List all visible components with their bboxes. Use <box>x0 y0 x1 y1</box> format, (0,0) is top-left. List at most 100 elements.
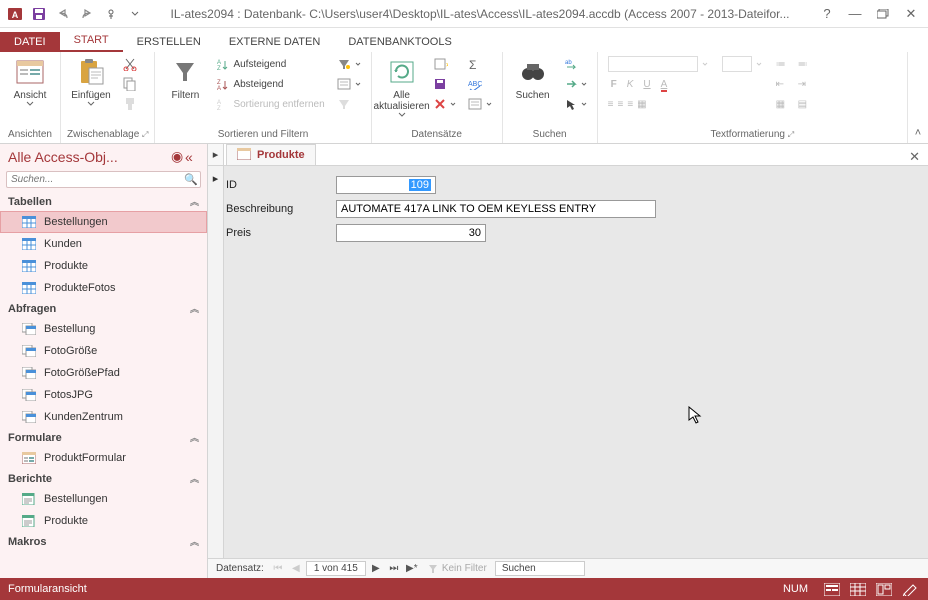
save-icon[interactable] <box>28 3 50 25</box>
nav-item-produkte-report[interactable]: Produkte <box>0 510 207 532</box>
fill-color-button[interactable]: ▦ <box>637 99 646 110</box>
nav-item-produktformular-form[interactable]: ProduktFormular <box>0 447 207 469</box>
nav-item-kunden-table[interactable]: Kunden <box>0 233 207 255</box>
gridlines-button[interactable]: ▦ <box>772 94 790 114</box>
spelling-button[interactable]: ABC <box>464 74 496 94</box>
copy-button[interactable] <box>119 74 141 94</box>
nav-item-bestellung-query[interactable]: Bestellung <box>0 318 207 340</box>
align-center-button[interactable]: ≡ <box>617 99 623 110</box>
nav-item-bestellungen-report[interactable]: Bestellungen <box>0 488 207 510</box>
view-button[interactable]: Ansicht <box>6 54 54 108</box>
replace-button[interactable]: ab <box>561 54 591 74</box>
nav-item-produkte-table[interactable]: Produkte <box>0 255 207 277</box>
close-icon[interactable]: ✕ <box>898 4 924 24</box>
nav-cat-tables[interactable]: Tabellen︽ <box>0 192 207 211</box>
font-color-button[interactable]: A <box>658 79 671 90</box>
field-input-desc[interactable]: AUTOMATE 417A LINK TO OEM KEYLESS ENTRY <box>336 200 656 218</box>
undo-icon[interactable] <box>52 3 74 25</box>
format-painter-button[interactable] <box>119 94 141 114</box>
form-selector[interactable]: ▸ <box>208 144 224 165</box>
nav-cat-forms[interactable]: Formulare︽ <box>0 428 207 447</box>
recnav-next-button[interactable]: ▶ <box>368 561 384 577</box>
dialog-launcher-icon[interactable]: ⤢ <box>142 130 148 139</box>
recnav-first-button[interactable]: ⏮ <box>270 561 286 577</box>
clear-sort-button[interactable]: AZSortierung entfernen <box>213 94 328 114</box>
totals-button[interactable]: Σ <box>464 54 496 74</box>
alt-row-button[interactable]: ▤ <box>794 94 812 114</box>
select-button[interactable] <box>561 94 591 114</box>
collapse-ribbon-button[interactable]: ˄ <box>908 52 928 143</box>
touch-mode-icon[interactable] <box>100 3 122 25</box>
italic-button[interactable]: K <box>624 79 637 90</box>
qat-customize-icon[interactable] <box>124 3 146 25</box>
form-view-button[interactable] <box>822 581 842 597</box>
goto-button[interactable] <box>561 74 591 94</box>
nav-cat-reports[interactable]: Berichte︽ <box>0 469 207 488</box>
doc-tab-produkte[interactable]: Produkte <box>226 144 316 165</box>
cut-button[interactable] <box>119 54 141 74</box>
restore-icon[interactable] <box>870 4 896 24</box>
dialog-launcher-icon[interactable]: ⤢ <box>788 130 794 139</box>
datasheet-view-button[interactable] <box>848 581 868 597</box>
selection-filter-button[interactable] <box>333 54 365 74</box>
field-input-id[interactable]: 109 <box>336 176 436 194</box>
nav-item-kundenzentrum-query[interactable]: KundenZentrum <box>0 406 207 428</box>
doc-close-button[interactable]: ✕ <box>901 149 928 165</box>
tab-external[interactable]: EXTERNE DATEN <box>215 32 334 52</box>
recnav-position[interactable]: 1 von 415 <box>306 561 366 576</box>
refresh-all-button[interactable]: Alle aktualisieren <box>378 54 426 119</box>
bold-button[interactable]: F <box>608 79 620 90</box>
recnav-last-button[interactable]: ⏭ <box>386 561 402 577</box>
align-left-button[interactable]: ≡ <box>608 99 614 110</box>
bullets-button[interactable]: ≔ <box>772 54 790 74</box>
advanced-filter-button[interactable] <box>333 74 365 94</box>
select-icon <box>565 98 577 110</box>
numbering-button[interactable]: ≕ <box>794 54 812 74</box>
search-icon[interactable]: 🔍 <box>182 173 200 186</box>
sort-asc-button[interactable]: AZAufsteigend <box>213 54 328 74</box>
redo-icon[interactable] <box>76 3 98 25</box>
nav-item-fotogroessepfad-query[interactable]: FotoGrößePfad <box>0 362 207 384</box>
font-family-select[interactable] <box>604 54 714 74</box>
nav-item-fotosjpg-query[interactable]: FotosJPG <box>0 384 207 406</box>
nav-item-bestellungen-table[interactable]: Bestellungen <box>0 211 207 233</box>
nav-item-produktefotos-table[interactable]: ProdukteFotos <box>0 277 207 299</box>
more-records-button[interactable] <box>464 94 496 114</box>
recnav-prev-button[interactable]: ◀ <box>288 561 304 577</box>
font-size-select[interactable] <box>718 54 768 74</box>
nav-cat-queries[interactable]: Abfragen︽ <box>0 299 207 318</box>
indent-inc-button[interactable]: ⇥ <box>794 74 812 94</box>
tab-create[interactable]: ERSTELLEN <box>123 32 215 52</box>
tab-dbtools[interactable]: DATENBANKTOOLS <box>334 32 466 52</box>
tab-file[interactable]: DATEI <box>0 32 60 52</box>
minimize-icon[interactable]: — <box>842 4 868 24</box>
nav-menu-icon[interactable]: ◉ <box>171 148 185 165</box>
paste-button[interactable]: Einfügen <box>67 54 115 108</box>
query-icon <box>22 366 36 380</box>
access-app-icon[interactable]: A <box>4 3 26 25</box>
field-input-price[interactable]: 30 <box>336 224 486 242</box>
toggle-filter-button[interactable] <box>333 94 365 114</box>
tab-start[interactable]: START <box>60 30 123 52</box>
recnav-filter[interactable]: Kein Filter <box>422 563 493 574</box>
align-right-button[interactable]: ≡ <box>627 99 633 110</box>
record-selector[interactable]: ▸ <box>208 166 224 558</box>
new-record-button[interactable]: ✶ <box>430 54 460 74</box>
sort-desc-button[interactable]: ZAAbsteigend <box>213 74 328 94</box>
underline-button[interactable]: U <box>640 79 653 90</box>
recnav-new-button[interactable]: ▶* <box>404 561 420 577</box>
recnav-search-input[interactable]: Suchen <box>495 561 585 576</box>
nav-header[interactable]: Alle Access-Obj... ◉ « <box>0 144 207 169</box>
filter-button[interactable]: Filtern <box>161 54 209 103</box>
help-icon[interactable]: ? <box>814 4 840 24</box>
save-record-button[interactable] <box>430 74 460 94</box>
nav-item-fotogroesse-query[interactable]: FotoGröße <box>0 340 207 362</box>
design-view-button[interactable] <box>900 581 920 597</box>
delete-record-button[interactable] <box>430 94 460 114</box>
nav-cat-macros[interactable]: Makros︽ <box>0 532 207 551</box>
find-button[interactable]: Suchen <box>509 54 557 103</box>
nav-collapse-icon[interactable]: « <box>185 149 199 165</box>
indent-dec-button[interactable]: ⇤ <box>772 74 790 94</box>
nav-search-input[interactable] <box>7 172 182 187</box>
layout-view-button[interactable] <box>874 581 894 597</box>
